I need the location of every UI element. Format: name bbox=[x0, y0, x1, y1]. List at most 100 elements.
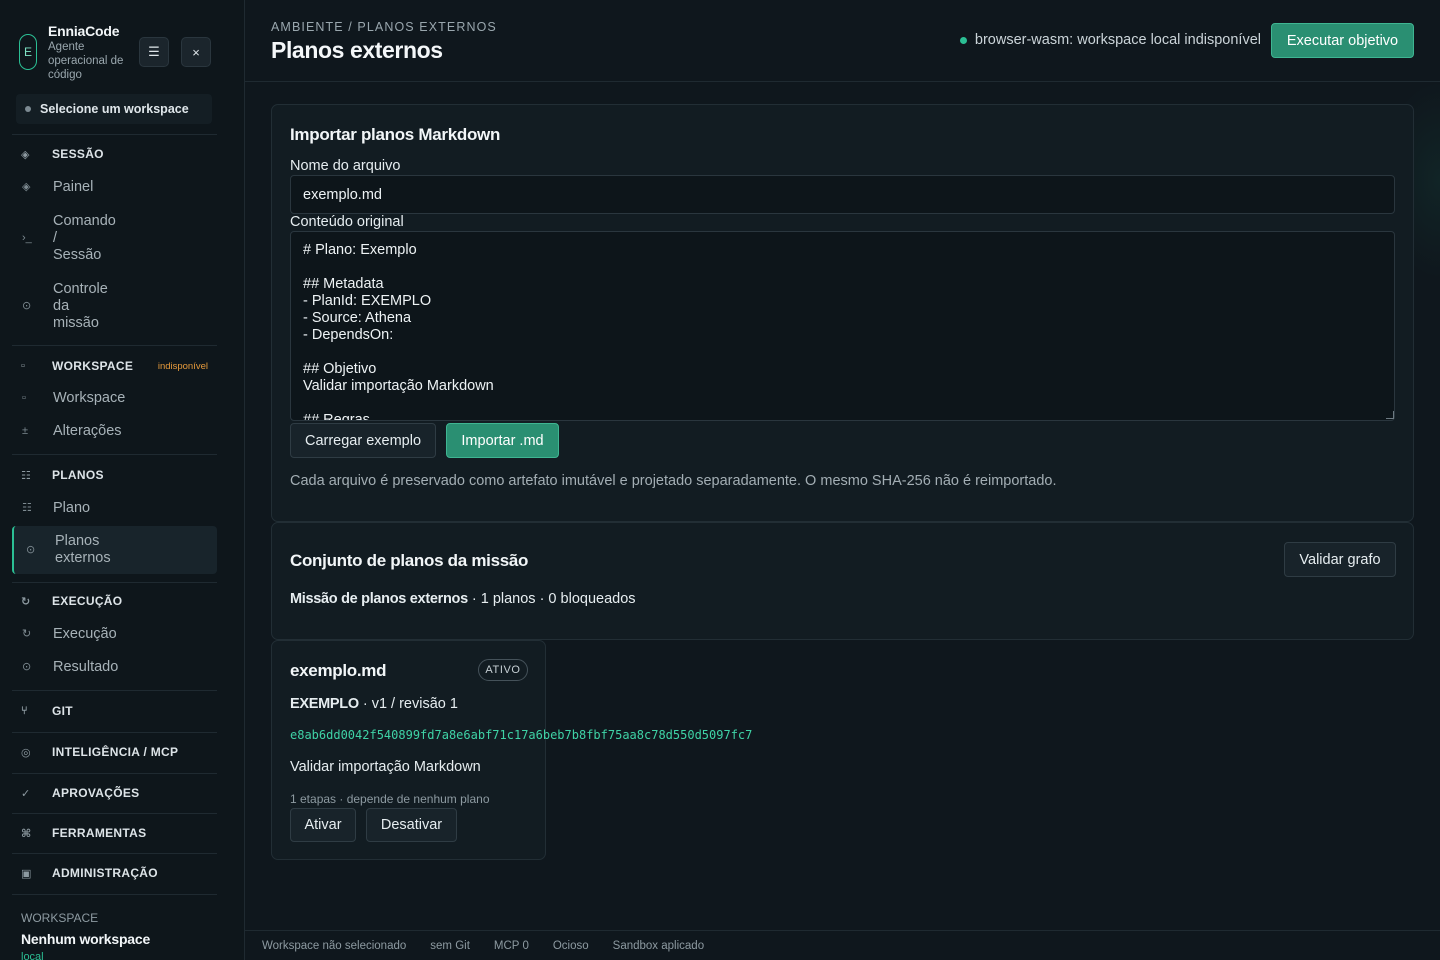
diff-icon: ± bbox=[22, 424, 29, 437]
brand-tagline: Agente operacional de código bbox=[48, 41, 124, 81]
sidebar-item-label: Painel bbox=[53, 178, 94, 195]
target-icon: ⊙ bbox=[22, 660, 32, 673]
content-textarea[interactable]: # Plano: Exemplo ## Metadata - PlanId: E… bbox=[290, 231, 1395, 421]
sidebar-item-label: Controle da missão bbox=[53, 280, 108, 331]
section-aprovacoes-label: APROVAÇÕES bbox=[52, 786, 140, 800]
section-administracao[interactable]: ▣ ADMINISTRAÇÃO bbox=[12, 864, 217, 882]
footer-workspace-label: WORKSPACE bbox=[21, 911, 99, 925]
sidebar-item-planos-externos[interactable]: ⊙ Planos externos bbox=[12, 526, 217, 574]
divider bbox=[12, 773, 217, 774]
diamond-icon: ◈ bbox=[22, 180, 31, 193]
target-icon: ⊙ bbox=[26, 543, 36, 556]
branch-icon: ⑂ bbox=[21, 705, 28, 717]
plan-card: exemplo.md ATIVO EXEMPLO · v1 / revisão … bbox=[271, 640, 752, 860]
section-planos[interactable]: ☷ PLANOS bbox=[12, 466, 217, 484]
plan-id: EXEMPLO bbox=[290, 696, 359, 712]
sidebar-item-label: Execução bbox=[53, 625, 117, 642]
plan-dependencies: 1 etapas · depende de nenhum plano bbox=[290, 792, 490, 806]
activate-button[interactable]: Ativar bbox=[290, 808, 356, 842]
mission-card: Conjunto de planos da missão Validar gra… bbox=[271, 522, 1414, 640]
divider bbox=[12, 690, 217, 691]
admin-icon: ▣ bbox=[21, 867, 32, 880]
section-git[interactable]: ⑂ GIT bbox=[12, 702, 217, 720]
plan-version: · v1 / revisão 1 bbox=[358, 696, 458, 712]
divider bbox=[12, 853, 217, 854]
sidebar-item-plano[interactable]: ☷ Plano bbox=[12, 499, 217, 517]
sidebar-item-comando[interactable]: ›_ Comando / Sessão bbox=[12, 211, 217, 265]
diamond-icon: ◈ bbox=[21, 148, 30, 161]
plan-goal: Validar importação Markdown bbox=[290, 759, 481, 775]
section-administracao-label: ADMINISTRAÇÃO bbox=[52, 866, 158, 880]
divider bbox=[12, 134, 217, 135]
status-bar: Workspace não selecionado sem Git MCP 0 … bbox=[245, 930, 1440, 960]
status-workspace: Workspace não selecionado bbox=[262, 939, 407, 952]
sidebar-item-label: Workspace bbox=[53, 389, 126, 406]
brand-name: EnniaCode bbox=[48, 23, 120, 39]
status-sandbox: Sandbox aplicado bbox=[612, 939, 705, 952]
section-execucao[interactable]: ↻ EXECUÇÃO bbox=[12, 592, 217, 610]
list-icon: ☷ bbox=[22, 501, 32, 514]
sidebar-item-label: Comando / Sessão bbox=[53, 212, 116, 263]
run-objective-button[interactable]: Executar objetivo bbox=[1271, 23, 1414, 58]
footer-workspace-value: Nenhum workspace bbox=[21, 931, 151, 947]
import-help-text: Cada arquivo é preservado como artefato … bbox=[290, 473, 1057, 489]
tools-icon: ⌘ bbox=[21, 827, 32, 840]
status-mcp: MCP 0 bbox=[493, 939, 529, 952]
sidebar-item-resultado[interactable]: ⊙ Resultado bbox=[12, 658, 217, 676]
load-example-button[interactable]: Carregar exemplo bbox=[290, 423, 436, 458]
divider bbox=[12, 894, 217, 895]
plan-hash: e8ab6dd0042f540899fd7a8e6abf71c17a6beb7b… bbox=[290, 728, 753, 742]
status-badge: ATIVO bbox=[478, 659, 528, 681]
terminal-icon: ›_ bbox=[22, 231, 32, 244]
brand-logo-icon: E bbox=[19, 34, 37, 70]
validate-graph-button[interactable]: Validar grafo bbox=[1284, 542, 1396, 577]
import-md-button[interactable]: Importar .md bbox=[446, 423, 559, 458]
plan-filename: exemplo.md bbox=[290, 661, 387, 680]
mission-card-title: Conjunto de planos da missão bbox=[290, 551, 529, 570]
mission-counts: · 1 planos · 0 bloqueados bbox=[467, 591, 636, 607]
list-icon: ☷ bbox=[21, 469, 32, 482]
menu-icon[interactable]: ☰ bbox=[139, 37, 169, 67]
workspace-selector-label: Selecione um workspace bbox=[40, 102, 189, 116]
section-aprovacoes[interactable]: ✓ APROVAÇÕES bbox=[12, 784, 217, 802]
runtime-status-text: browser-wasm: workspace local indisponív… bbox=[974, 32, 1261, 48]
section-ferramentas-label: FERRAMENTAS bbox=[52, 826, 147, 840]
status-dot-icon bbox=[959, 36, 967, 44]
page-title: Planos externos bbox=[271, 37, 443, 63]
sidebar-item-label: Alterações bbox=[53, 422, 122, 439]
sidebar-item-alteracoes[interactable]: ± Alterações bbox=[12, 422, 217, 440]
import-card: Importar planos Markdown Nome do arquivo… bbox=[271, 104, 1414, 522]
close-icon[interactable]: × bbox=[181, 37, 211, 67]
section-execucao-label: EXECUÇÃO bbox=[52, 594, 123, 608]
divider bbox=[12, 732, 217, 733]
import-card-title: Importar planos Markdown bbox=[290, 125, 501, 144]
filename-input[interactable]: exemplo.md bbox=[290, 175, 1395, 214]
brain-icon: ◎ bbox=[21, 746, 31, 759]
sidebar-item-label: Planos externos bbox=[55, 533, 111, 566]
target-icon: ⊙ bbox=[22, 299, 32, 312]
workspace-selector[interactable]: Selecione um workspace bbox=[16, 94, 212, 124]
sidebar-item-painel[interactable]: ◈ Painel bbox=[12, 178, 217, 196]
sidebar-item-controle-missao[interactable]: ⊙ Controle da missão bbox=[12, 279, 217, 333]
sidebar-item-execucao[interactable]: ↻ Execução bbox=[12, 625, 217, 643]
content-label: Conteúdo original bbox=[290, 214, 404, 230]
section-ferramentas[interactable]: ⌘ FERRAMENTAS bbox=[12, 824, 217, 842]
sidebar-item-label: Resultado bbox=[53, 658, 119, 675]
runtime-status: browser-wasm: workspace local indisponív… bbox=[959, 32, 1261, 48]
section-workspace[interactable]: ▫ WORKSPACE indisponível bbox=[12, 357, 217, 375]
folder-icon: ▫ bbox=[22, 391, 26, 404]
mission-summary: Missão de planos externos · 1 planos · 0… bbox=[290, 591, 636, 607]
sidebar: E EnniaCode Agente operacional de código… bbox=[0, 0, 245, 960]
divider bbox=[12, 454, 217, 455]
section-inteligencia[interactable]: ◎ INTELIGÊNCIA / MCP bbox=[12, 743, 217, 761]
refresh-icon: ↻ bbox=[22, 627, 32, 640]
section-sessao[interactable]: ◈ SESSÃO bbox=[12, 145, 217, 163]
deactivate-button[interactable]: Desativar bbox=[366, 808, 457, 842]
plan-meta: EXEMPLO · v1 / revisão 1 bbox=[290, 696, 458, 712]
sidebar-item-label: Plano bbox=[53, 499, 91, 516]
section-planos-label: PLANOS bbox=[52, 468, 104, 482]
workspace-unavailable-badge: indisponível bbox=[157, 360, 208, 372]
resize-handle-icon[interactable] bbox=[1386, 411, 1394, 419]
check-icon: ✓ bbox=[21, 787, 31, 800]
sidebar-item-workspace[interactable]: ▫ Workspace bbox=[12, 389, 217, 407]
